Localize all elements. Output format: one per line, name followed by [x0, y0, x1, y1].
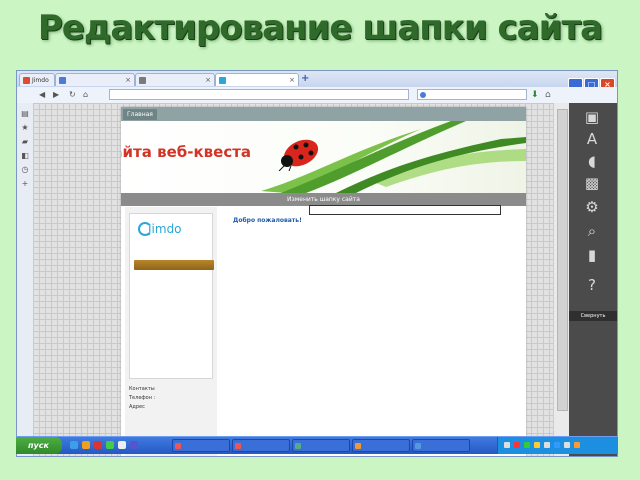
- site-left-column: Jimdo Контакты Телефон : Адрес: [125, 207, 217, 456]
- reload-icon[interactable]: ↻: [69, 89, 76, 101]
- contacts-address: Адрес: [129, 404, 145, 410]
- home-nav-icon[interactable]: ⌂: [83, 89, 88, 101]
- quicklaunch-icon[interactable]: [82, 441, 90, 449]
- windows-taskbar: пуск: [16, 436, 618, 454]
- notes-icon[interactable]: ▰: [20, 137, 30, 147]
- sound-icon[interactable]: ◖: [581, 151, 603, 171]
- app-icon: [355, 443, 361, 449]
- jimdo-logo-box: Jimdo: [129, 213, 214, 379]
- close-tab-icon[interactable]: ×: [205, 74, 211, 86]
- tray-icon[interactable]: [514, 442, 520, 448]
- browser-screenshot: Jimdo × × × + _ □ × ◀ ▶ ↻ ⌂ ⬇ ⌂ ▤ ★ ▰ ◧ …: [16, 70, 618, 457]
- tray-icon[interactable]: [564, 442, 570, 448]
- close-tab-icon[interactable]: ×: [289, 74, 295, 86]
- contacts-phone: Телефон :: [129, 395, 156, 401]
- tab-bar: Jimdo × × × + _ □ ×: [17, 71, 617, 92]
- tab-3-active[interactable]: ×: [215, 73, 299, 86]
- tab-label: Jimdo: [32, 77, 49, 84]
- search-preview-icon[interactable]: ⌕: [581, 221, 603, 241]
- bookmarks-icon[interactable]: ▤: [20, 109, 30, 119]
- app-icon: [415, 443, 421, 449]
- jimdo-logo-text: Jimdo: [148, 222, 182, 236]
- start-button[interactable]: пуск: [16, 437, 62, 454]
- quicklaunch-icon[interactable]: [70, 441, 78, 449]
- star-icon[interactable]: ★: [20, 123, 30, 133]
- layout-icon[interactable]: ▣: [581, 107, 603, 127]
- new-tab-plus-icon[interactable]: +: [301, 73, 309, 85]
- quicklaunch-icon[interactable]: [130, 441, 138, 449]
- browser-left-sidebar: ▤ ★ ▰ ◧ ◷ +: [17, 103, 34, 456]
- tray-icon[interactable]: [544, 442, 550, 448]
- box-icon[interactable]: ▩: [581, 173, 603, 193]
- welcome-heading: Добро пожаловать!: [233, 217, 302, 224]
- taskbar-item[interactable]: [412, 439, 470, 452]
- collapse-panel-button[interactable]: Свернуть: [569, 311, 617, 321]
- vertical-scrollbar[interactable]: [553, 103, 570, 456]
- slide-title: Редактирование шапки сайта: [37, 8, 603, 48]
- app-icon: [175, 443, 181, 449]
- close-tab-icon[interactable]: ×: [125, 74, 131, 86]
- site-header-title: Шапка сайта веб-квеста: [121, 143, 252, 161]
- tab-0[interactable]: Jimdo: [19, 73, 55, 86]
- app-icon: [295, 443, 301, 449]
- menu-item-home[interactable]: Главная: [123, 109, 157, 120]
- editor-panel: ▣ A ◖ ▩ ⚙ ⌕ ▮ ? Свернуть: [569, 103, 617, 456]
- tray-icon[interactable]: [574, 442, 580, 448]
- system-tray: [497, 437, 618, 454]
- tab-1[interactable]: ×: [55, 73, 135, 86]
- tray-icon[interactable]: [504, 442, 510, 448]
- gear-icon[interactable]: ⚙: [581, 197, 603, 217]
- scrollbar-thumb[interactable]: [557, 109, 568, 411]
- page-favicon-icon: [59, 77, 66, 84]
- tab-2[interactable]: ×: [135, 73, 215, 86]
- taskbar-item[interactable]: [352, 439, 410, 452]
- forward-arrow-icon[interactable]: ▶: [53, 89, 59, 101]
- font-style-icon[interactable]: A: [581, 129, 603, 149]
- page-favicon-icon: [139, 77, 146, 84]
- back-arrow-icon[interactable]: ◀: [39, 89, 45, 101]
- history-icon[interactable]: ◷: [20, 165, 30, 175]
- navigation-bar: ◀ ▶ ↻ ⌂ ⬇ ⌂: [17, 87, 617, 104]
- home-icon[interactable]: ⌂: [545, 89, 551, 101]
- jimdo-favicon-icon: [23, 77, 30, 84]
- address-input[interactable]: [109, 89, 409, 100]
- stats-icon[interactable]: ▮: [581, 245, 603, 265]
- ladybug-icon: [278, 139, 319, 171]
- tray-icon[interactable]: [554, 442, 560, 448]
- url-tooltip: [309, 205, 501, 215]
- tray-icon[interactable]: [534, 442, 540, 448]
- add-panel-icon[interactable]: +: [20, 179, 30, 189]
- taskbar-item[interactable]: [232, 439, 290, 452]
- search-input[interactable]: [417, 89, 527, 100]
- quicklaunch-icon[interactable]: [94, 441, 102, 449]
- app-icon: [235, 443, 241, 449]
- taskbar-item[interactable]: [292, 439, 350, 452]
- library-icon[interactable]: ◧: [20, 151, 30, 161]
- quicklaunch-icon[interactable]: [106, 441, 114, 449]
- page-favicon-icon: [219, 77, 226, 84]
- taskbar-item[interactable]: [172, 439, 230, 452]
- tray-icon[interactable]: [524, 442, 530, 448]
- free-site-button[interactable]: [134, 260, 214, 270]
- site-header[interactable]: Шапка сайта веб-квеста: [121, 121, 526, 193]
- site-preview: Главная Ш: [121, 107, 526, 456]
- site-menu-bar: Главная: [121, 107, 526, 121]
- search-engine-icon: [420, 92, 426, 98]
- help-icon[interactable]: ?: [581, 275, 603, 295]
- download-icon[interactable]: ⬇: [531, 89, 539, 101]
- contacts-heading: Контакты: [129, 386, 155, 392]
- contacts-block: Контакты Телефон : Адрес: [129, 385, 155, 412]
- quicklaunch-icon[interactable]: [118, 441, 126, 449]
- page-canvas: Главная Ш: [33, 103, 553, 456]
